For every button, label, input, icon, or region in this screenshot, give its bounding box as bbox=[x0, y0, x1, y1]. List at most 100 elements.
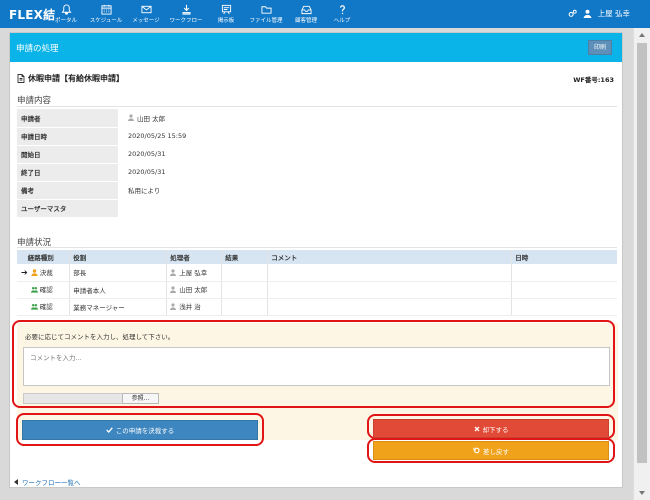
user-menu[interactable]: 上屋 弘幸 bbox=[568, 8, 630, 19]
panel-title: 申請の処理 bbox=[16, 44, 59, 54]
return-button-label: 差し戻す bbox=[483, 447, 509, 456]
field-value bbox=[118, 199, 617, 218]
gears-icon[interactable] bbox=[568, 9, 577, 18]
field-value: 山田 太郎 bbox=[118, 109, 617, 128]
scroll-down-arrow[interactable] bbox=[634, 486, 650, 500]
route-type: 確認 bbox=[30, 284, 53, 295]
processor: 浅井 治 bbox=[170, 301, 201, 311]
print-button[interactable]: 印刷 bbox=[588, 40, 612, 55]
processor-cell: 山田 太郎 bbox=[166, 281, 222, 299]
workflow-number: WF番号:163 bbox=[573, 76, 614, 84]
column-header: 日時 bbox=[511, 250, 617, 264]
column-header: コメント bbox=[267, 250, 512, 264]
close-icon bbox=[474, 426, 479, 431]
field-value: 2020/05/31 bbox=[118, 145, 617, 164]
board-icon bbox=[221, 4, 231, 15]
result-cell bbox=[221, 264, 268, 282]
column-header: 役割 bbox=[69, 250, 167, 264]
nav-item-label: ワークフロー bbox=[169, 18, 203, 24]
approve-button-label: この申請を決裁する bbox=[115, 427, 175, 435]
route-type-cell: 確認 bbox=[27, 298, 70, 316]
field-value: 2020/05/25 15:59 bbox=[118, 127, 617, 146]
processor-name: 浅井 治 bbox=[179, 303, 201, 312]
nav-item-message[interactable]: メッセージ bbox=[128, 2, 164, 24]
applicant-name: 山田 太郎 bbox=[137, 114, 166, 123]
request-details-table: 申請者 山田 太郎 申請日時 2020/05/25 15:59 開始日 2020… bbox=[17, 109, 617, 218]
route-type-label: 確認 bbox=[39, 286, 53, 295]
processor: 山田 太郎 bbox=[170, 284, 207, 294]
current-step-marker bbox=[17, 281, 28, 299]
user-name[interactable]: 上屋 弘幸 bbox=[598, 8, 630, 19]
column-header: 処理者 bbox=[166, 250, 222, 264]
user-icon bbox=[170, 286, 177, 293]
approve-button[interactable]: この申請を決裁する bbox=[22, 420, 258, 440]
nav-item-file-management[interactable]: ファイル管理 bbox=[244, 2, 288, 24]
return-button[interactable]: 差し戻す bbox=[373, 441, 609, 460]
nav-item-label: メッセージ bbox=[132, 18, 160, 24]
field-value: 2020/05/31 bbox=[118, 163, 617, 182]
bell-icon bbox=[60, 4, 72, 15]
user-icon bbox=[170, 303, 177, 310]
role-cell: 申請者本人 bbox=[69, 281, 167, 299]
back-to-workflow-list-link[interactable]: ワークフロー一覧へ bbox=[14, 477, 81, 487]
field-label: ユーザーマスタ bbox=[17, 199, 118, 218]
processor-name: 山田 太郎 bbox=[179, 286, 208, 295]
help-icon bbox=[339, 5, 345, 15]
role-cell: 部長 bbox=[69, 264, 167, 282]
scroll-up-arrow[interactable] bbox=[634, 28, 650, 42]
users-icon bbox=[30, 303, 38, 310]
envelope-icon bbox=[140, 5, 152, 14]
scrollbar-thumb[interactable] bbox=[637, 43, 647, 463]
processor-cell: 浅井 治 bbox=[166, 298, 222, 316]
column-header: 経路種別 bbox=[27, 250, 70, 264]
marker-column-header bbox=[17, 250, 28, 264]
table-row: 申請者 山田 太郎 bbox=[17, 109, 617, 128]
field-value: 私用により bbox=[118, 181, 617, 200]
nav-item-label: スケジュール bbox=[89, 18, 123, 24]
current-step-marker: ➔ bbox=[17, 264, 28, 282]
nav-item-portal[interactable]: ポータル bbox=[48, 2, 84, 24]
result-cell bbox=[221, 298, 268, 316]
field-label: 申請者 bbox=[17, 109, 118, 128]
document-title-text: 休暇申請【有給休暇申請】 bbox=[28, 74, 124, 83]
calendar-icon bbox=[100, 4, 112, 15]
reject-button[interactable]: 却下する bbox=[373, 419, 609, 438]
highlight-frame-comment bbox=[12, 320, 615, 408]
back-link-label: ワークフロー一覧へ bbox=[22, 479, 81, 487]
top-navigation-bar: FLEX結 ポータル スケジュール メッセージ ワークフロー 掲示板 ファイル管… bbox=[0, 0, 650, 28]
applicant: 山田 太郎 bbox=[128, 113, 165, 123]
field-label: 終了日 bbox=[17, 163, 118, 182]
nav-item-label: ファイル管理 bbox=[249, 18, 283, 24]
column-header: 結果 bbox=[221, 250, 268, 264]
caret-left-icon bbox=[14, 479, 18, 485]
field-label: 開始日 bbox=[17, 145, 118, 164]
arrow-right-icon: ➔ bbox=[21, 267, 28, 277]
nav-item-label: 掲示板 bbox=[217, 18, 235, 24]
main-nav: ポータル スケジュール メッセージ ワークフロー 掲示板 ファイル管理 顧客管理 bbox=[48, 2, 360, 24]
comment-cell bbox=[267, 298, 512, 316]
table-row: 開始日 2020/05/31 bbox=[17, 145, 617, 164]
current-step-marker bbox=[17, 298, 28, 316]
nav-item-workflow[interactable]: ワークフロー bbox=[164, 2, 208, 24]
check-icon bbox=[105, 427, 113, 433]
user-icon bbox=[170, 268, 177, 276]
users-icon bbox=[30, 286, 38, 293]
undo-icon bbox=[473, 447, 480, 454]
nav-item-help[interactable]: ヘルプ bbox=[324, 2, 360, 24]
document-title: 休暇申請【有給休暇申請】 bbox=[17, 73, 124, 84]
section-title-request-details: 申請内容 bbox=[17, 96, 52, 106]
datetime-cell bbox=[511, 264, 617, 282]
route-type-label: 決裁 bbox=[39, 269, 53, 277]
vertical-scrollbar[interactable] bbox=[633, 28, 650, 500]
field-label: 備考 bbox=[17, 181, 118, 200]
document-icon bbox=[17, 74, 25, 83]
nav-item-customer-management[interactable]: 顧客管理 bbox=[288, 2, 324, 24]
table-header-row: 経路種別 役割 処理者 結果 コメント 日時 bbox=[17, 250, 617, 264]
folder-icon bbox=[260, 6, 272, 14]
reject-button-label: 却下する bbox=[482, 425, 509, 434]
nav-item-board[interactable]: 掲示板 bbox=[208, 2, 244, 24]
nav-item-schedule[interactable]: スケジュール bbox=[84, 2, 128, 24]
role-cell: 業務マネージャー bbox=[69, 298, 167, 316]
workflow-icon bbox=[181, 4, 191, 15]
panel-header: 申請の処理 印刷 bbox=[10, 33, 622, 62]
